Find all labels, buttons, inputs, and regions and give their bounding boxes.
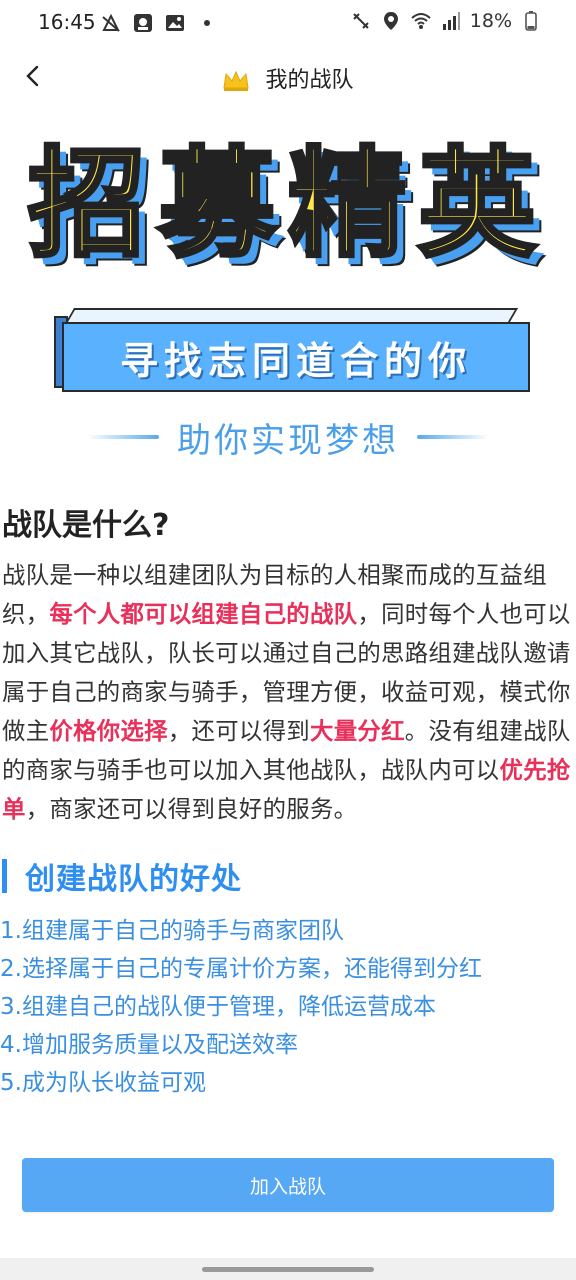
slogan-line-right: [417, 435, 489, 439]
signal-icon: [442, 12, 460, 30]
image-icon: [166, 15, 184, 31]
list-item: 2.选择属于自己的专属计价方案，还能得到分红: [0, 956, 482, 982]
hero-banner: 招募精英 寻找志同道合的你 助你实现梦想: [0, 120, 576, 470]
location-icon: [383, 12, 398, 30]
intro-paragraph: 战队是一种以组建团队为目标的人相聚而成的互益组织，每个人都可以组建自己的战队，同…: [2, 556, 576, 829]
slogan-row: 助你实现梦想: [0, 412, 576, 462]
slogan-line-left: [87, 435, 159, 439]
title-bar: 我的战队: [0, 48, 576, 104]
system-nav-bar: [0, 1258, 576, 1280]
list-item: 4.增加服务质量以及配送效率: [0, 1032, 298, 1058]
list-item: 1.组建属于自己的骑手与商家团队: [0, 918, 344, 944]
battery-percent: 18%: [469, 10, 512, 32]
hero-headline: 招募精英: [26, 133, 548, 275]
recruit-banner: 寻找志同道合的你: [54, 308, 530, 392]
page-title-wrap: 我的战队: [0, 62, 576, 94]
slogan-text: 助你实现梦想: [177, 420, 399, 461]
page-title: 我的战队: [265, 68, 354, 93]
benefits-title: 创建战队的好处: [25, 862, 242, 897]
intro-title: 战队是什么?: [2, 508, 170, 543]
banner-top-face: [65, 308, 519, 322]
app-icon: [134, 14, 152, 32]
list-item: 3.组建自己的战队便于管理，降低运营成本: [0, 994, 436, 1020]
benefits-list: 1.组建属于自己的骑手与商家团队 2.选择属于自己的专属计价方案，还能得到分红 …: [0, 912, 576, 1102]
list-item: 5.成为队长收益可观: [0, 1070, 206, 1096]
status-bar: 16:45 18%: [0, 0, 576, 48]
vibrate-icon: [353, 13, 369, 29]
status-time: 16:45: [38, 10, 96, 34]
wifi-icon: [411, 13, 431, 29]
join-team-button[interactable]: 加入战队: [22, 1158, 554, 1212]
status-left-icons: [100, 12, 218, 34]
benefits-heading: 创建战队的好处: [2, 856, 242, 897]
benefits-accent-bar: [2, 859, 7, 893]
dot-icon: [204, 20, 210, 26]
intro-text: ，还可以得到: [167, 717, 310, 745]
intro-highlight: 价格你选择: [49, 717, 168, 745]
intro-highlight: 大量分红: [310, 717, 405, 745]
intro-highlight: 每个人都可以组建自己的战队: [49, 600, 358, 628]
battery-icon: [525, 11, 537, 31]
intro-text: ，商家还可以得到良好的服务。: [25, 795, 358, 823]
banner-text: 寻找志同道合的你: [62, 322, 530, 392]
status-right: 18%: [350, 10, 542, 32]
crown-icon: [223, 70, 250, 91]
home-gesture-handle[interactable]: [202, 1267, 374, 1272]
notification-mute-icon: [102, 13, 120, 32]
